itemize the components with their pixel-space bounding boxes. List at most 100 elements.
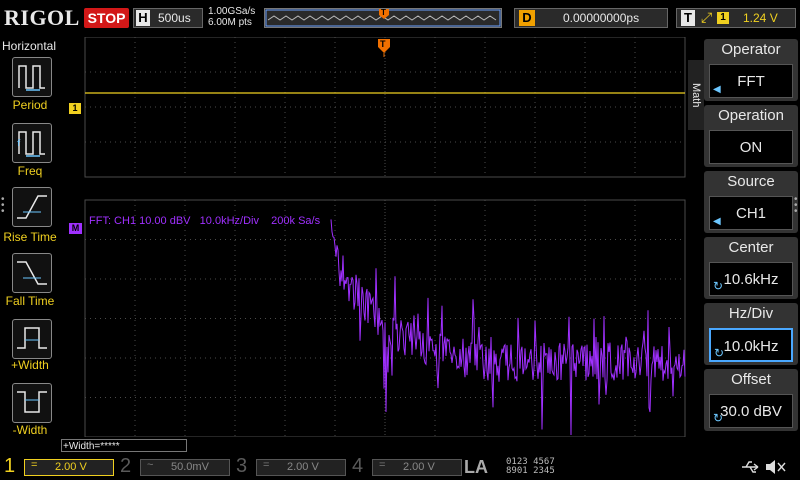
operation-title: Operation — [718, 107, 784, 124]
offset-title: Offset — [731, 371, 771, 388]
measure-period-button[interactable] — [12, 57, 52, 97]
trigger-level: 1.24 V — [743, 11, 778, 25]
select-arrow-icon: ◀ — [713, 216, 721, 227]
positive-width-icon — [17, 327, 47, 349]
measure-pos-width-button[interactable] — [12, 319, 52, 359]
operation-softkey[interactable]: Operation ON — [704, 105, 798, 167]
math-menu-tab[interactable]: Math — [688, 60, 704, 130]
logic-analyzer-channels: 0123 4567 8901 2345 — [506, 458, 555, 476]
run-stop-indicator[interactable]: STOP — [84, 8, 129, 28]
ac-coupling-icon: ~ — [147, 459, 154, 471]
period-label: Period — [12, 98, 48, 112]
period-icon — [18, 65, 45, 91]
operator-value-field[interactable]: ◀ FFT — [709, 64, 793, 98]
pos-width-label: +Width — [11, 358, 49, 372]
knob-icon: ↻ — [713, 411, 724, 425]
rise-time-label: Rise Time — [3, 230, 57, 244]
scroll-dots-icon: • • • — [794, 194, 798, 217]
dc-coupling-icon: = — [31, 459, 38, 471]
freq-label: Freq — [17, 164, 43, 178]
waveform-display[interactable]: T 1 M FFT: CH1 10.00 dBV 10.0kHz/Div 200… — [61, 36, 686, 438]
frequency-icon: f — [17, 131, 45, 157]
channel-3-box: = 2.00 V — [256, 459, 346, 476]
memory-position-bar[interactable]: T — [264, 8, 502, 28]
knob-icon: ↻ — [713, 279, 724, 293]
la-channels-row-2: 8901 2345 — [506, 466, 555, 476]
usb-icon — [742, 461, 759, 473]
fft-spectrum-trace — [330, 219, 686, 436]
trigger-box[interactable]: T ⤢ 1 1.24 V — [676, 8, 796, 28]
lower-graticule — [84, 199, 686, 438]
channel-bar: +Width=***** 1 = 2.00 V 2 ~ 50.0mV 3 = 2… — [0, 437, 800, 480]
channel-2-number: 2 — [120, 455, 132, 477]
trigger-position-label: T — [381, 8, 386, 17]
sample-rate: 1.00GSa/s — [208, 6, 256, 17]
channel-4-number: 4 — [352, 455, 364, 477]
operator-value: FFT — [737, 73, 765, 90]
measure-fall-time-button[interactable] — [12, 253, 52, 293]
dc-coupling-icon: = — [379, 459, 386, 471]
source-softkey[interactable]: Source ◀ CH1 — [704, 171, 798, 233]
channel-4-scale: 2.00 V — [403, 461, 435, 473]
hz-per-div-value: 10.0kHz — [723, 338, 779, 355]
operator-softkey[interactable]: Operator ◀ FFT — [704, 39, 798, 101]
center-value-field[interactable]: ↻ 10.6kHz — [709, 262, 793, 296]
upper-graticule — [84, 36, 686, 178]
center-title: Center — [728, 239, 774, 256]
trigger-source-badge: 1 — [717, 12, 729, 24]
hz-per-div-softkey[interactable]: Hz/Div ↻ 10.0kHz — [704, 303, 798, 365]
ch1-offset-marker[interactable]: 1 — [69, 103, 81, 114]
channel-2-box: ~ 50.0mV — [140, 459, 230, 476]
offset-value-field[interactable]: ↻ 30.0 dBV — [709, 394, 793, 428]
trigger-label: T — [681, 10, 695, 26]
source-value-field[interactable]: ◀ CH1 — [709, 196, 793, 230]
timebase-label: H — [136, 10, 150, 26]
channel-1-number: 1 — [4, 455, 16, 477]
measure-freq-button[interactable]: f — [12, 123, 52, 163]
knob-icon: ↻ — [714, 346, 725, 360]
select-arrow-icon: ◀ — [713, 84, 721, 95]
math-offset-marker[interactable]: M — [69, 223, 82, 234]
channel-1-box: = 2.00 V — [24, 459, 114, 476]
timebase-value: 500us — [158, 11, 191, 25]
measurement-readout: +Width=***** — [61, 439, 187, 452]
source-title: Source — [727, 173, 775, 190]
neg-width-label: -Width — [12, 423, 48, 437]
fall-time-label: Fall Time — [5, 294, 55, 308]
measure-neg-width-button[interactable] — [12, 383, 52, 423]
channel-1-scale: 2.00 V — [55, 461, 87, 473]
channel-3-scale: 2.00 V — [287, 461, 319, 473]
rise-time-icon — [17, 195, 47, 219]
center-softkey[interactable]: Center ↻ 10.6kHz — [704, 237, 798, 299]
channel-1-status[interactable]: 1 = 2.00 V — [4, 455, 116, 478]
delay-label: D — [519, 10, 535, 26]
fft-info-label: FFT: CH1 10.00 dBV 10.0kHz/Div 200k Sa/s — [89, 215, 321, 227]
status-icons — [742, 460, 786, 474]
source-value: CH1 — [735, 205, 766, 222]
status-bar: RIGOL STOP H 500us 1.00GSa/s 6.00M pts T… — [0, 0, 800, 36]
math-menu-panel: Operator ◀ FFT Operation ON Source ◀ CH1… — [704, 37, 800, 437]
operation-value-field[interactable]: ON — [709, 130, 793, 164]
svg-text:f: f — [17, 139, 21, 149]
channel-2-scale: 50.0mV — [171, 461, 209, 473]
offset-softkey[interactable]: Offset ↻ 30.0 dBV — [704, 369, 798, 431]
operator-title: Operator — [721, 41, 781, 58]
channel-4-box: = 2.00 V — [372, 459, 462, 476]
logic-analyzer-label[interactable]: LA — [464, 457, 488, 478]
center-value: 10.6kHz — [723, 271, 779, 288]
scroll-dots-icon: • • • — [1, 194, 5, 217]
acquisition-info: 1.00GSa/s 6.00M pts — [208, 6, 255, 28]
hz-per-div-value-field[interactable]: ↻ 10.0kHz — [709, 328, 793, 362]
channel-4-status[interactable]: 4 = 2.00 V — [352, 455, 464, 478]
timebase-box[interactable]: H 500us — [133, 8, 203, 28]
delay-box[interactable]: D 0.00000000ps — [514, 8, 668, 28]
fall-time-icon — [17, 261, 47, 285]
measure-rise-time-button[interactable] — [12, 187, 52, 227]
channel-3-status[interactable]: 3 = 2.00 V — [236, 455, 348, 478]
channel-2-status[interactable]: 2 ~ 50.0mV — [120, 455, 232, 478]
memory-depth: 6.00M pts — [208, 17, 252, 28]
negative-width-icon — [17, 391, 47, 413]
trigger-marker-label: T — [380, 39, 386, 49]
channel-3-number: 3 — [236, 455, 248, 477]
operation-value: ON — [739, 139, 763, 156]
